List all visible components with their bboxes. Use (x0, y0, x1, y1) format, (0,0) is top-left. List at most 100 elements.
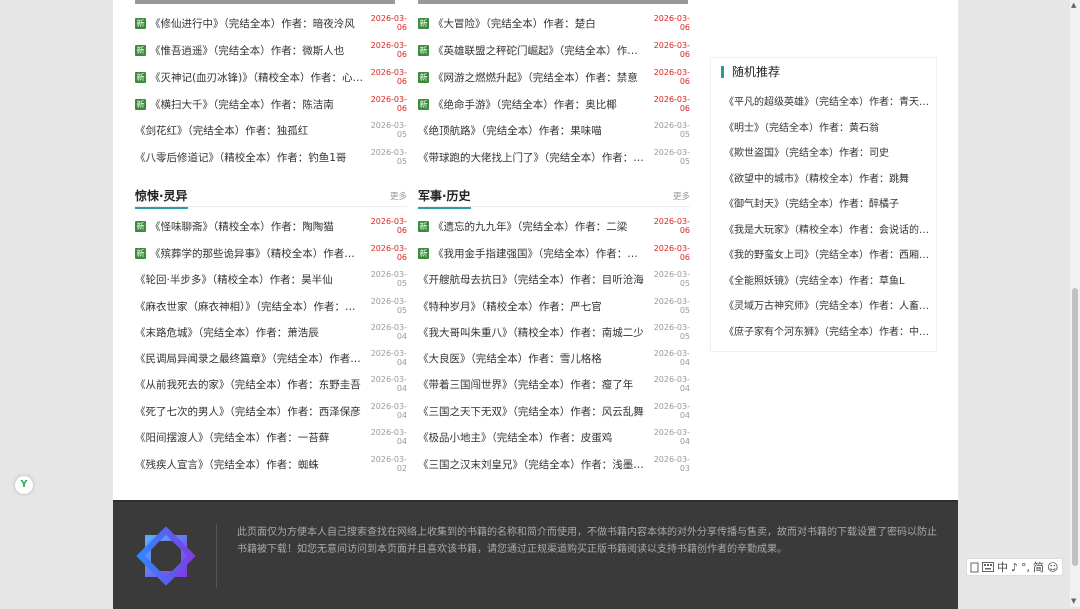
book-title[interactable]: 《八零后修道记》（精校全本）作者：钓鱼1哥 (135, 150, 363, 165)
moon-icon[interactable]: ♪ (1011, 561, 1018, 574)
sidebar-item[interactable]: 《我的野蛮女上司》（完结全本）作者：西厢少爷 (724, 247, 934, 265)
list-item[interactable]: 新《横扫大千》（完结全本）作者：陈洁南 2026-03-06 (135, 94, 407, 114)
sidebar-item[interactable]: 《欺世盗国》（完结全本）作者：司史 (724, 145, 934, 163)
book-date: 2026-03-04 (370, 402, 407, 420)
book-title[interactable]: 《修仙进行中》（完结全本）作者：暗夜泠风 (150, 16, 363, 31)
list-item[interactable]: 《八零后修道记》（精校全本）作者：钓鱼1哥 2026-03-05 (135, 147, 407, 167)
book-title[interactable]: 《末路危城》（完结全本）作者：萧浩辰 (135, 325, 363, 340)
book-title[interactable]: 《轮回·半步多》（精校全本）作者：昊半仙 (135, 272, 363, 287)
book-title[interactable]: 《开艘航母去抗日》（完结全本）作者：目听沧海 (418, 272, 646, 287)
section-title: 惊悚·灵异 (135, 187, 188, 209)
list-item[interactable]: 新《英雄联盟之秤砣门崛起》（完结全本）作者：铁头娃 2026-03-06 (418, 40, 690, 60)
new-badge: 新 (135, 247, 146, 259)
list-item[interactable]: 《麻衣世家（麻衣神相）》（完结全本）作者：小樱 2026-03-05 (135, 296, 407, 316)
book-title[interactable]: 《英雄联盟之秤砣门崛起》（完结全本）作者：铁头娃 (433, 43, 646, 58)
new-badge: 新 (135, 98, 146, 110)
punctuation-icon[interactable]: °, (1021, 561, 1030, 574)
book-title[interactable]: 《剑花红》（完结全本）作者：独孤红 (135, 123, 363, 138)
list-item[interactable]: 《带球跑的大佬找上门了》（完结全本）作者：小小 2026-03-05 (418, 147, 690, 167)
book-title[interactable]: 《阳间摆渡人》（完结全本）作者：一苔藓 (135, 430, 363, 445)
book-title[interactable]: 《网游之燃燃升起》（完结全本）作者：禁意 (433, 70, 646, 85)
book-title[interactable]: 《殡葬学的那些诡异事》（精校全本）作者：张三 (150, 246, 363, 261)
book-title[interactable]: 《惟吾逍遥》（完结全本）作者：微斯人也 (150, 43, 363, 58)
ime-toolbar[interactable]: 中 ♪ °, 简 ☺ (966, 558, 1063, 576)
book-title[interactable]: 《极品小地主》（完结全本）作者：皮蛋鸡 (418, 430, 646, 445)
sidebar-item[interactable]: 《欲望中的城市》（精校全本）作者：跳舞 (724, 171, 934, 189)
book-title[interactable]: 《怪味聊斋》（精校全本）作者：陶陶猫 (150, 219, 363, 234)
list-item[interactable]: 《绝顶航路》（完结全本）作者：果味喵 2026-03-05 (418, 120, 690, 140)
list-item[interactable]: 《特种岁月》（精校全本）作者：严七官 2026-03-05 (418, 296, 690, 316)
book-title[interactable]: 《三国之天下无双》（完结全本）作者：风云乱舞 (418, 404, 646, 419)
list-item[interactable]: 新《绝命手游》（完结全本）作者：奥比椰 2026-03-06 (418, 94, 690, 114)
book-title[interactable]: 《大冒险》（完结全本）作者：楚白 (433, 16, 646, 31)
sidebar-item[interactable]: 《我是大玩家》（精校全本）作者：会说话的肘子 (724, 222, 934, 240)
list-item[interactable]: 《三国之汉末刘皇兄》（完结全本）作者：浅墨浓妆 2026-03-03 (418, 454, 690, 474)
floating-app-icon[interactable]: Y (15, 476, 33, 494)
list-item[interactable]: 《大良医》（完结全本）作者：雪儿格格 2026-03-04 (418, 348, 690, 368)
book-title[interactable]: 《死了七次的男人》（完结全本）作者：西泽保彦 (135, 404, 363, 419)
list-item[interactable]: 《从前我死去的家》（完结全本）作者：东野圭吾 2026-03-04 (135, 374, 407, 394)
book-date: 2026-03-05 (653, 323, 690, 341)
book-title[interactable]: 《三国之汉末刘皇兄》（完结全本）作者：浅墨浓妆 (418, 457, 646, 472)
book-title[interactable]: 《从前我死去的家》（完结全本）作者：东野圭吾 (135, 377, 363, 392)
sidebar-item[interactable]: 《平凡的超级英雄》（完结全本）作者：青天大老爷 (724, 94, 934, 112)
more-link[interactable]: 更多 (673, 190, 690, 202)
list-item[interactable]: 《阳间摆渡人》（完结全本）作者：一苔藓 2026-03-04 (135, 427, 407, 447)
book-title[interactable]: 《绝命手游》（完结全本）作者：奥比椰 (433, 97, 646, 112)
book-title[interactable]: 《遗忘的九九年》（完结全本）作者：二梁 (433, 219, 646, 234)
book-title[interactable]: 《我大哥叫朱重八》（精校全本）作者：南城二少 (418, 325, 646, 340)
book-title[interactable]: 《大良医》（完结全本）作者：雪儿格格 (418, 351, 646, 366)
sidebar-item[interactable]: 《明士》（完结全本）作者：黄石翁 (724, 120, 934, 138)
new-badge: 新 (135, 44, 146, 56)
book-title[interactable]: 《带球跑的大佬找上门了》（完结全本）作者：小小 (418, 150, 646, 165)
list-item[interactable]: 《三国之天下无双》（完结全本）作者：风云乱舞 2026-03-04 (418, 401, 690, 421)
list-item[interactable]: 新《怪味聊斋》（精校全本）作者：陶陶猫 2026-03-06 (135, 216, 407, 236)
list-item[interactable]: 新《遗忘的九九年》（完结全本）作者：二梁 2026-03-06 (418, 216, 690, 236)
scroll-down-arrow-icon[interactable]: ▼ (1071, 597, 1076, 605)
list-item[interactable]: 《残疾人宣言》（完结全本）作者：蜘蛛 2026-03-02 (135, 454, 407, 474)
list-item[interactable]: 《开艘航母去抗日》（完结全本）作者：目听沧海 2026-03-05 (418, 269, 690, 289)
book-title[interactable]: 《麻衣世家（麻衣神相）》（完结全本）作者：小樱 (135, 299, 363, 314)
book-date: 2026-03-06 (653, 14, 690, 32)
book-title[interactable]: 《我用金手指建强国》（完结全本）作者：我也 (433, 246, 646, 261)
page-scrollbar[interactable]: ▲ ▼ (1070, 0, 1080, 607)
book-title[interactable]: 《横扫大千》（完结全本）作者：陈洁南 (150, 97, 363, 112)
list-item[interactable]: 新《我用金手指建强国》（完结全本）作者：我也 2026-03-06 (418, 243, 690, 263)
book-title[interactable]: 《特种岁月》（精校全本）作者：严七官 (418, 299, 646, 314)
scroll-up-arrow-icon[interactable]: ▲ (1071, 1, 1076, 9)
cutoff-row (135, 0, 395, 4)
book-title[interactable]: 《民调局异闻录之最终篇章》（完结全本）作者：耳东水寿 (135, 351, 363, 366)
sidebar-item[interactable]: 《全能照妖镜》（完结全本）作者：草鱼L (724, 273, 934, 291)
book-date: 2026-03-06 (370, 14, 407, 32)
book-title[interactable]: 《残疾人宣言》（完结全本）作者：蜘蛛 (135, 457, 363, 472)
list-item[interactable]: 新《大冒险》（完结全本）作者：楚白 2026-03-06 (418, 13, 690, 33)
list-item[interactable]: 《剑花红》（完结全本）作者：独孤红 2026-03-05 (135, 120, 407, 140)
more-link[interactable]: 更多 (390, 190, 407, 202)
list-item[interactable]: 《民调局异闻录之最终篇章》（完结全本）作者：耳东水寿 2026-03-04 (135, 348, 407, 368)
list-item[interactable]: 新《修仙进行中》（完结全本）作者：暗夜泠风 2026-03-06 (135, 13, 407, 33)
book-title[interactable]: 《带着三国闯世界》（完结全本）作者：瘦了年 (418, 377, 646, 392)
ime-simplified[interactable]: 简 (1033, 559, 1044, 575)
list-item[interactable]: 《死了七次的男人》（完结全本）作者：西泽保彦 2026-03-04 (135, 401, 407, 421)
sidebar-item[interactable]: 《灵域万古神究师》（完结全本）作者：人畜无害 (724, 298, 934, 316)
book-title[interactable]: 《灭神记(血刃冰锋)》（精校全本）作者：心梦无痕 (150, 70, 363, 85)
emoji-icon[interactable]: ☺ (1047, 561, 1058, 574)
book-title[interactable]: 《绝顶航路》（完结全本）作者：果味喵 (418, 123, 646, 138)
list-item[interactable]: 《轮回·半步多》（精校全本）作者：昊半仙 2026-03-05 (135, 269, 407, 289)
list-item[interactable]: 《带着三国闯世界》（完结全本）作者：瘦了年 2026-03-04 (418, 374, 690, 394)
list-item[interactable]: 《极品小地主》（完结全本）作者：皮蛋鸡 2026-03-04 (418, 427, 690, 447)
new-badge: 新 (135, 220, 146, 232)
list-item[interactable]: 《我大哥叫朱重八》（精校全本）作者：南城二少 2026-03-05 (418, 322, 690, 342)
list-item[interactable]: 新《灭神记(血刃冰锋)》（精校全本）作者：心梦无痕 2026-03-06 (135, 67, 407, 87)
list-item[interactable]: 新《网游之燃燃升起》（完结全本）作者：禁意 2026-03-06 (418, 67, 690, 87)
book-date: 2026-03-04 (653, 402, 690, 420)
sidebar-item[interactable]: 《庶子家有个河东狮》（完结全本）作者：中二病 (724, 324, 934, 342)
list-item[interactable]: 《末路危城》（完结全本）作者：萧浩辰 2026-03-04 (135, 322, 407, 342)
list-item[interactable]: 新《惟吾逍遥》（完结全本）作者：微斯人也 2026-03-06 (135, 40, 407, 60)
list-item[interactable]: 新《殡葬学的那些诡异事》（精校全本）作者：张三 2026-03-06 (135, 243, 407, 263)
main-content: 新《修仙进行中》（完结全本）作者：暗夜泠风 2026-03-06 新《惟吾逍遥》（… (113, 0, 958, 500)
scrollbar-thumb[interactable] (1072, 288, 1078, 566)
sidebar-item[interactable]: 《御气封天》（完结全本）作者：醉橘子 (724, 196, 934, 214)
keyboard-icon[interactable] (982, 562, 994, 572)
ime-mode-chinese[interactable]: 中 (997, 559, 1008, 575)
